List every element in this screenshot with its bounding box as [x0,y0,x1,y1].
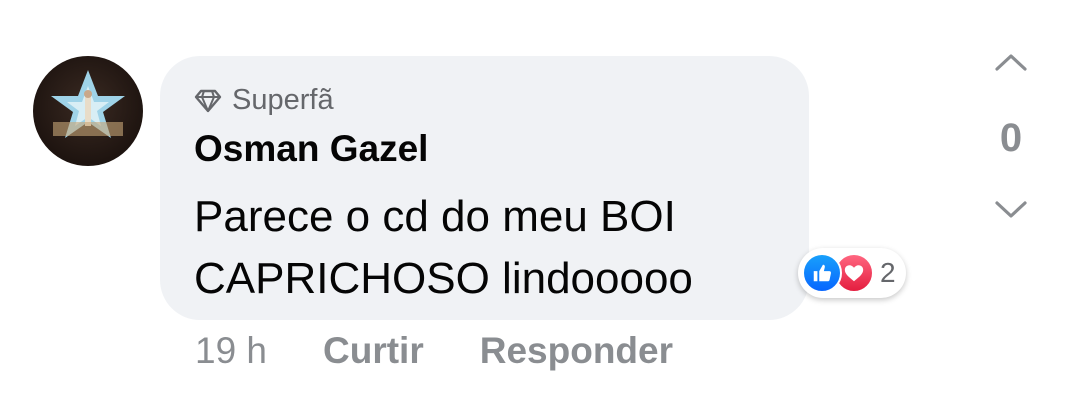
badge-label: Superfã [232,84,334,116]
reply-button[interactable]: Responder [480,330,673,372]
comment-text-line: CAPRICHOSO lindooooo [194,254,693,303]
thumbs-up-icon [802,253,842,293]
vote-count: 0 [999,116,1023,160]
comment-text-line: Parece o cd do meu BOI [194,192,676,241]
chevron-up-icon [995,54,1027,71]
vote-controls: 0 [980,40,1042,230]
author-name[interactable]: Osman Gazel [194,128,428,170]
avatar[interactable] [33,56,143,166]
comment-actions: 19 h Curtir Responder [195,330,673,372]
diamond-icon [194,89,222,112]
comment-bubble: Superfã Osman Gazel Parece o cd do meu B… [160,56,809,320]
comment-text: Parece o cd do meu BOI CAPRICHOSO lindoo… [194,186,794,310]
upvote-button[interactable] [992,50,1030,79]
reactions-summary[interactable]: 2 [798,248,906,298]
like-button[interactable]: Curtir [323,330,424,372]
comment: Superfã Osman Gazel Parece o cd do meu B… [0,0,1080,409]
chevron-down-icon [995,201,1027,218]
timestamp[interactable]: 19 h [195,330,267,372]
avatar-image [51,70,125,138]
reaction-count: 2 [880,257,896,288]
top-fan-badge: Superfã [194,84,334,117]
downvote-button[interactable] [992,198,1030,227]
